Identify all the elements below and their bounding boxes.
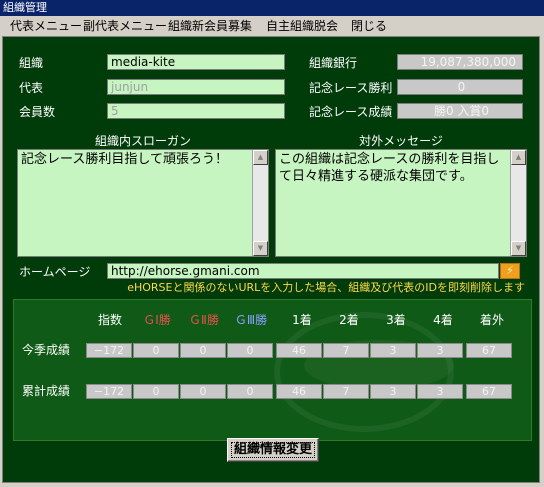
members-label: 会員数 [19, 105, 56, 119]
race-result-label: 記念レース成績 [309, 105, 393, 119]
stats-cell: 3 [417, 384, 463, 399]
stats-cell: 7 [323, 343, 369, 358]
stats-cell: −172 [86, 343, 132, 358]
menu-rep[interactable]: 代表メニュー [10, 18, 82, 34]
stats-header-g3: ＧⅢ勝 [234, 313, 268, 327]
message-text: この組織は記念レースの勝利を目指して日々精進する硬派な集団です。 [279, 152, 500, 184]
slogan-text: 記念レース勝利目指して頑張ろう！ [21, 152, 228, 167]
stats-cell: 0 [180, 343, 226, 358]
scroll-down-icon[interactable]: ▼ [253, 241, 268, 256]
stats-panel: 指数 ＧⅠ勝 ＧⅡ勝 ＧⅢ勝 1着 2着 3着 4着 着外 今季成績 −172 0… [13, 299, 532, 441]
stats-header-g2: ＧⅡ勝 [189, 313, 219, 327]
rep-field: junjun [107, 79, 285, 95]
stats-cell: 0 [227, 384, 273, 399]
org-name-field[interactable]: media-kite [107, 54, 285, 70]
stats-cell: 0 [133, 384, 179, 399]
window-title: 組織管理 [0, 0, 544, 16]
scroll-up-icon[interactable]: ▲ [253, 150, 268, 165]
homepage-label: ホームページ [19, 265, 91, 279]
stats-cell: 46 [276, 343, 322, 358]
bank-field: 19,087,380,000 [397, 54, 523, 70]
stats-header-1st: 1着 [292, 313, 312, 327]
stats-header-4th: 4着 [433, 313, 453, 327]
stats-header-3rd: 3着 [386, 313, 406, 327]
stats-header-other: 着外 [479, 313, 504, 327]
menu-bar: 代表メニュー 副代表メニュー 組織新会員募集 自主組織脱会 閉じる [0, 16, 544, 36]
scroll-down-icon[interactable]: ▼ [511, 241, 526, 256]
rep-label: 代表 [19, 81, 44, 95]
message-scrollbar[interactable]: ▲ ▼ [510, 150, 526, 256]
stats-row-label-season: 今季成績 [22, 343, 71, 357]
menu-close[interactable]: 閉じる [351, 18, 387, 34]
stats-cell: 46 [276, 384, 322, 399]
slogan-textarea[interactable]: 記念レース勝利目指して頑張ろう！ ▲ ▼ [17, 149, 269, 257]
stats-cell: 7 [323, 384, 369, 399]
stats-row-label-total: 累計成績 [22, 384, 71, 398]
race-win-field: 0 [397, 79, 523, 95]
slogan-label: 組織内スローガン [94, 134, 191, 148]
stats-header-g1: ＧⅠ勝 [143, 313, 171, 327]
race-win-label: 記念レース勝利 [309, 81, 393, 95]
stats-cell: 3 [370, 343, 416, 358]
stats-cell: 3 [417, 343, 463, 358]
slogan-scrollbar[interactable]: ▲ ▼ [252, 150, 268, 256]
homepage-warning: eHORSEと関係のないURLを入力した場合、組織及び代表のIDを即刻削除します [127, 281, 525, 294]
change-org-info-button[interactable]: 組織情報変更 [227, 438, 319, 462]
scroll-up-icon[interactable]: ▲ [511, 150, 526, 165]
org-label: 組織 [19, 56, 44, 70]
stats-cell: 67 [466, 384, 512, 399]
menu-recruit[interactable]: 組織新会員募集 [168, 18, 252, 34]
race-result-field: 勝0 入賞0 [397, 103, 523, 119]
stats-header-index: 指数 [97, 313, 122, 327]
stats-header-2nd: 2着 [339, 313, 359, 327]
members-field: 5 [107, 103, 285, 119]
stats-cell: 0 [227, 343, 273, 358]
menu-vice-rep[interactable]: 副代表メニュー [83, 18, 167, 34]
homepage-url-field[interactable]: http://ehorse.gmani.com [107, 263, 499, 279]
message-textarea[interactable]: この組織は記念レースの勝利を目指して日々精進する硬派な集団です。 ▲ ▼ [275, 149, 527, 257]
stats-cell: 3 [370, 384, 416, 399]
menu-leave[interactable]: 自主組織脱会 [266, 18, 338, 34]
bank-label: 組織銀行 [309, 56, 358, 70]
stats-cell: 0 [180, 384, 226, 399]
lightning-icon[interactable]: ⚡ [500, 263, 520, 279]
message-label: 対外メッセージ [359, 134, 443, 148]
stats-cell: −172 [86, 384, 132, 399]
stats-cell: 67 [466, 343, 512, 358]
stats-cell: 0 [133, 343, 179, 358]
main-panel: 組織 media-kite 代表 junjun 会員数 5 組織銀行 19,08… [2, 36, 540, 483]
